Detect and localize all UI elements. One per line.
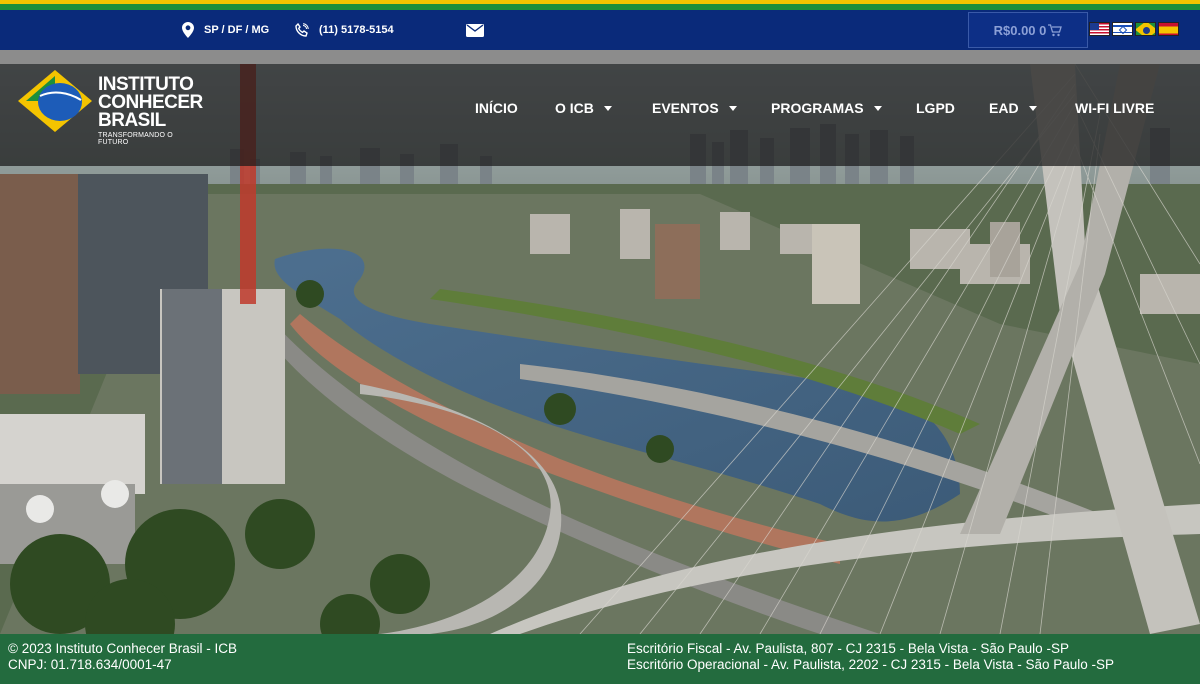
cart-total: R$0.00 0 [993,22,1047,38]
logo-title: INSTITUTO CONHECER BRASIL [98,75,203,131]
brazil-flag-icon[interactable] [1135,22,1156,36]
footer-addresses: Escritório Fiscal - Av. Paulista, 807 - … [627,641,1114,673]
top-info-bar: SP / DF / MG (11) 5178-5154 R$0.00 0 [0,10,1200,50]
phone-text: (11) 5178-5154 [319,24,394,36]
cart-icon [1048,23,1063,36]
nav-item-o-icb[interactable]: O ICB [555,90,612,126]
phone-icon [295,23,309,37]
language-flags [1089,22,1179,36]
cart-button[interactable]: R$0.00 0 [968,12,1088,48]
nav-item-label: WI-FI LIVRE [1075,100,1155,116]
location-info: SP / DF / MG [182,10,269,50]
location-text: SP / DF / MG [204,24,270,36]
map-pin-icon [182,22,194,38]
envelope-icon [466,23,484,37]
nav-item-label: PROGRAMAS [771,100,864,116]
chevron-down-icon [1028,105,1037,111]
nav-item-ead[interactable]: EAD [989,90,1037,126]
chevron-down-icon [728,105,737,111]
nav-item-lgpd[interactable]: LGPD [916,90,955,126]
site-footer: © 2023 Instituto Conhecer Brasil - ICB C… [0,634,1200,684]
footer-office-operacional: Escritório Operacional - Av. Paulista, 2… [627,657,1114,672]
logo-title-line3: BRASIL [98,110,166,131]
nav-item-label: EAD [989,100,1019,116]
header-gray-band [0,50,1200,64]
footer-office-fiscal: Escritório Fiscal - Av. Paulista, 807 - … [627,641,1069,656]
spain-flag-icon[interactable] [1158,22,1179,36]
brazil-globe-logo-icon [18,70,92,132]
chevron-down-icon [603,105,612,111]
nav-item-programas[interactable]: PROGRAMAS [771,90,882,126]
email-link[interactable] [466,10,494,50]
site-logo[interactable]: INSTITUTO CONHECER BRASIL TRANSFORMANDO … [18,70,203,146]
chevron-down-icon [873,105,882,111]
nav-item-wifi-livre[interactable]: WI-FI LIVRE [1075,90,1154,126]
footer-copyright: © 2023 Instituto Conhecer Brasil - ICB [8,641,238,656]
nav-item-eventos[interactable]: EVENTOS [652,90,737,126]
nav-item-inicio[interactable]: INÍCIO [475,90,518,126]
footer-cnpj: CNPJ: 01.718.634/0001-47 [8,657,172,672]
nav-item-label: O ICB [555,100,594,116]
nav-item-label: EVENTOS [652,100,719,116]
logo-tagline: TRANSFORMANDO O FUTURO [98,132,173,146]
israel-flag-icon[interactable] [1112,22,1133,36]
nav-item-label: INÍCIO [475,100,518,116]
us-flag-icon[interactable] [1089,22,1110,36]
nav-item-label: LGPD [916,100,955,116]
phone-info[interactable]: (11) 5178-5154 [295,10,394,50]
footer-company-info: © 2023 Instituto Conhecer Brasil - ICB C… [8,641,237,673]
brazil-color-stripe [0,0,1200,10]
